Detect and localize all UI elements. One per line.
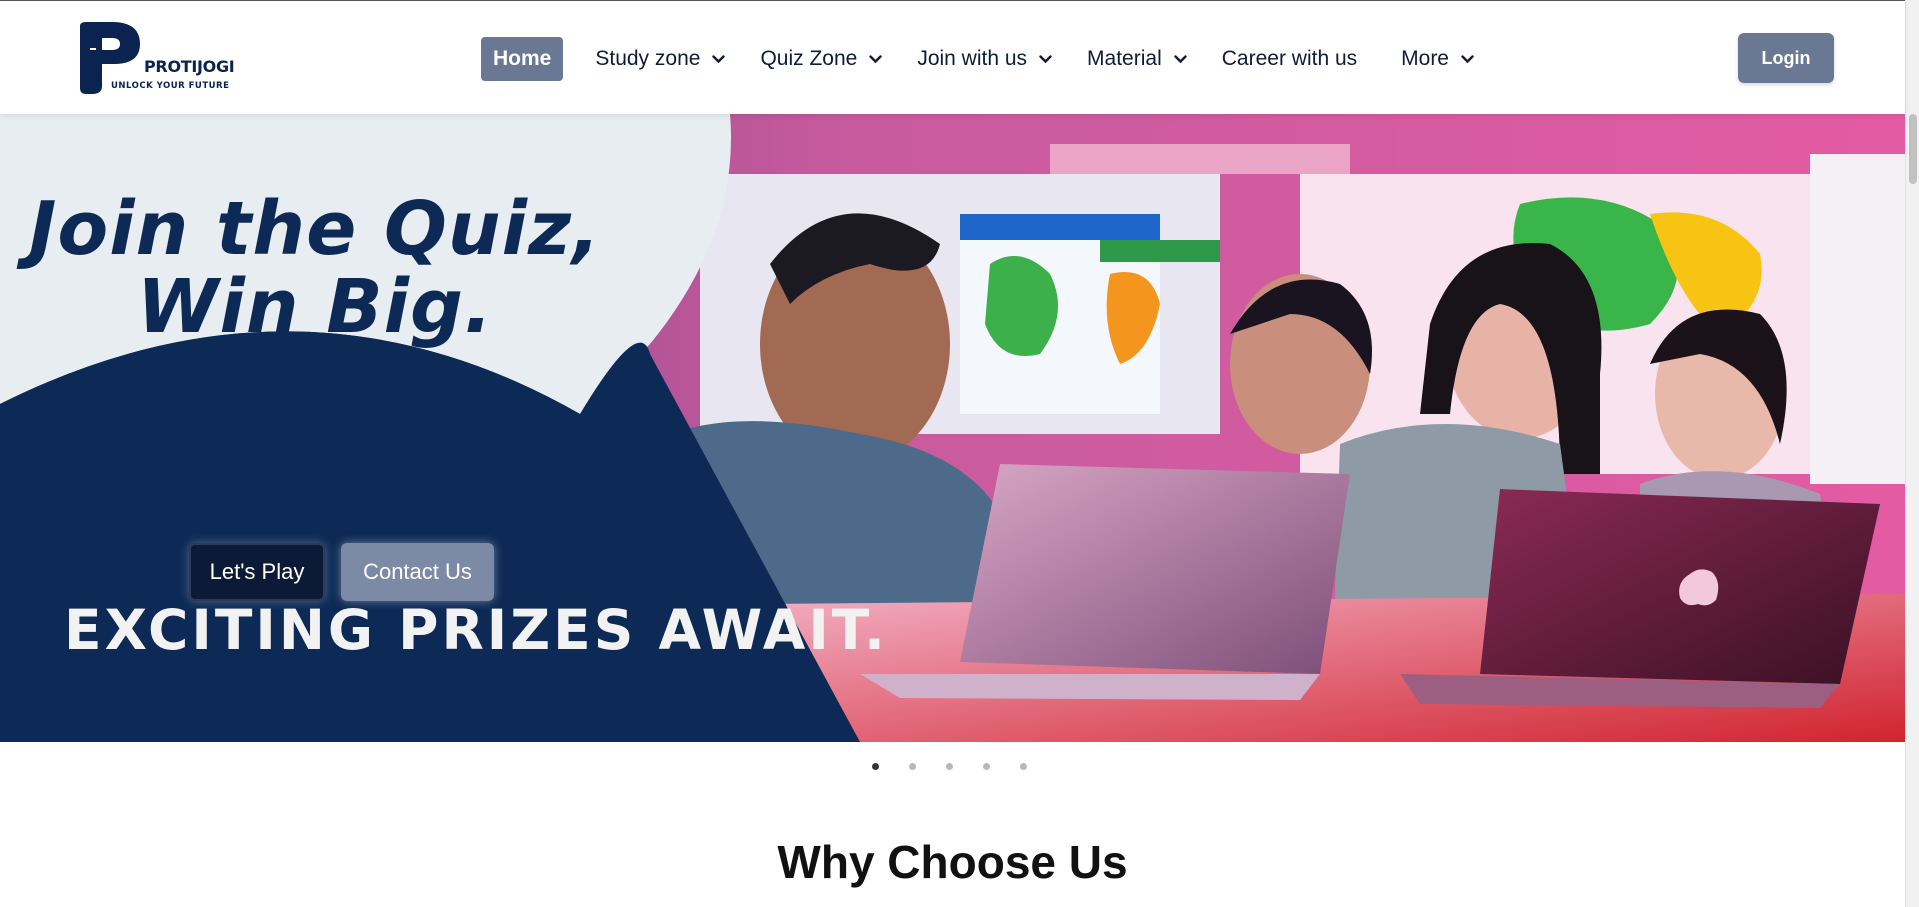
brand-name: PROTIJOGI: [144, 57, 235, 76]
hero-heading-line1: Join the Quiz,: [28, 186, 602, 272]
nav-item-label: Quiz Zone: [760, 47, 858, 70]
nav-item-label: Home: [493, 47, 552, 70]
page-scrollbar[interactable]: [1905, 0, 1919, 907]
chevron-down-icon: [712, 52, 726, 66]
main-nav: Home Study zone Quiz Zone Join with us M…: [481, 37, 1475, 81]
hero-carousel-slide: Join the Quiz, Win Big. Let's Play Conta…: [0, 114, 1905, 742]
lets-play-button[interactable]: Let's Play: [189, 543, 325, 601]
chevron-down-icon: [1174, 52, 1188, 66]
contact-us-button[interactable]: Contact Us: [341, 543, 494, 601]
scrollbar-thumb[interactable]: [1909, 114, 1917, 184]
carousel-indicators: [872, 763, 1027, 770]
carousel-dot-4[interactable]: [983, 763, 990, 770]
nav-item-label: Material: [1087, 47, 1162, 70]
nav-item-label: Career with us: [1221, 47, 1358, 70]
chevron-down-icon: [1461, 52, 1475, 66]
nav-item-label: Study zone: [595, 47, 701, 70]
hero-subheading: EXCITING PRIZES AWAIT.: [64, 598, 888, 662]
chevron-down-icon: [869, 52, 883, 66]
site-header: PROTIJOGI UNLOCK YOUR FUTURE Home Study …: [0, 1, 1905, 114]
carousel-dot-3[interactable]: [946, 763, 953, 770]
carousel-dot-5[interactable]: [1020, 763, 1027, 770]
nav-item-study-zone[interactable]: Study zone: [595, 37, 726, 81]
carousel-dot-2[interactable]: [909, 763, 916, 770]
chevron-down-icon: [1039, 52, 1053, 66]
nav-item-join-with-us[interactable]: Join with us: [917, 37, 1053, 81]
nav-item-career-with-us[interactable]: Career with us: [1222, 37, 1357, 81]
nav-item-label: More: [1401, 47, 1449, 70]
nav-item-label: Join with us: [917, 47, 1028, 70]
carousel-dot-1[interactable]: [872, 763, 879, 770]
nav-item-quiz-zone[interactable]: Quiz Zone: [760, 37, 883, 81]
brand-tagline: UNLOCK YOUR FUTURE: [111, 81, 230, 91]
login-button[interactable]: Login: [1738, 33, 1834, 83]
site-logo[interactable]: PROTIJOGI UNLOCK YOUR FUTURE: [76, 20, 246, 96]
nav-item-material[interactable]: Material: [1087, 37, 1188, 81]
section-title: Why Choose Us: [777, 836, 1128, 888]
nav-item-more[interactable]: More: [1401, 37, 1475, 81]
nav-item-home[interactable]: Home: [481, 37, 564, 81]
hero-heading-line2: Win Big.: [136, 264, 494, 350]
